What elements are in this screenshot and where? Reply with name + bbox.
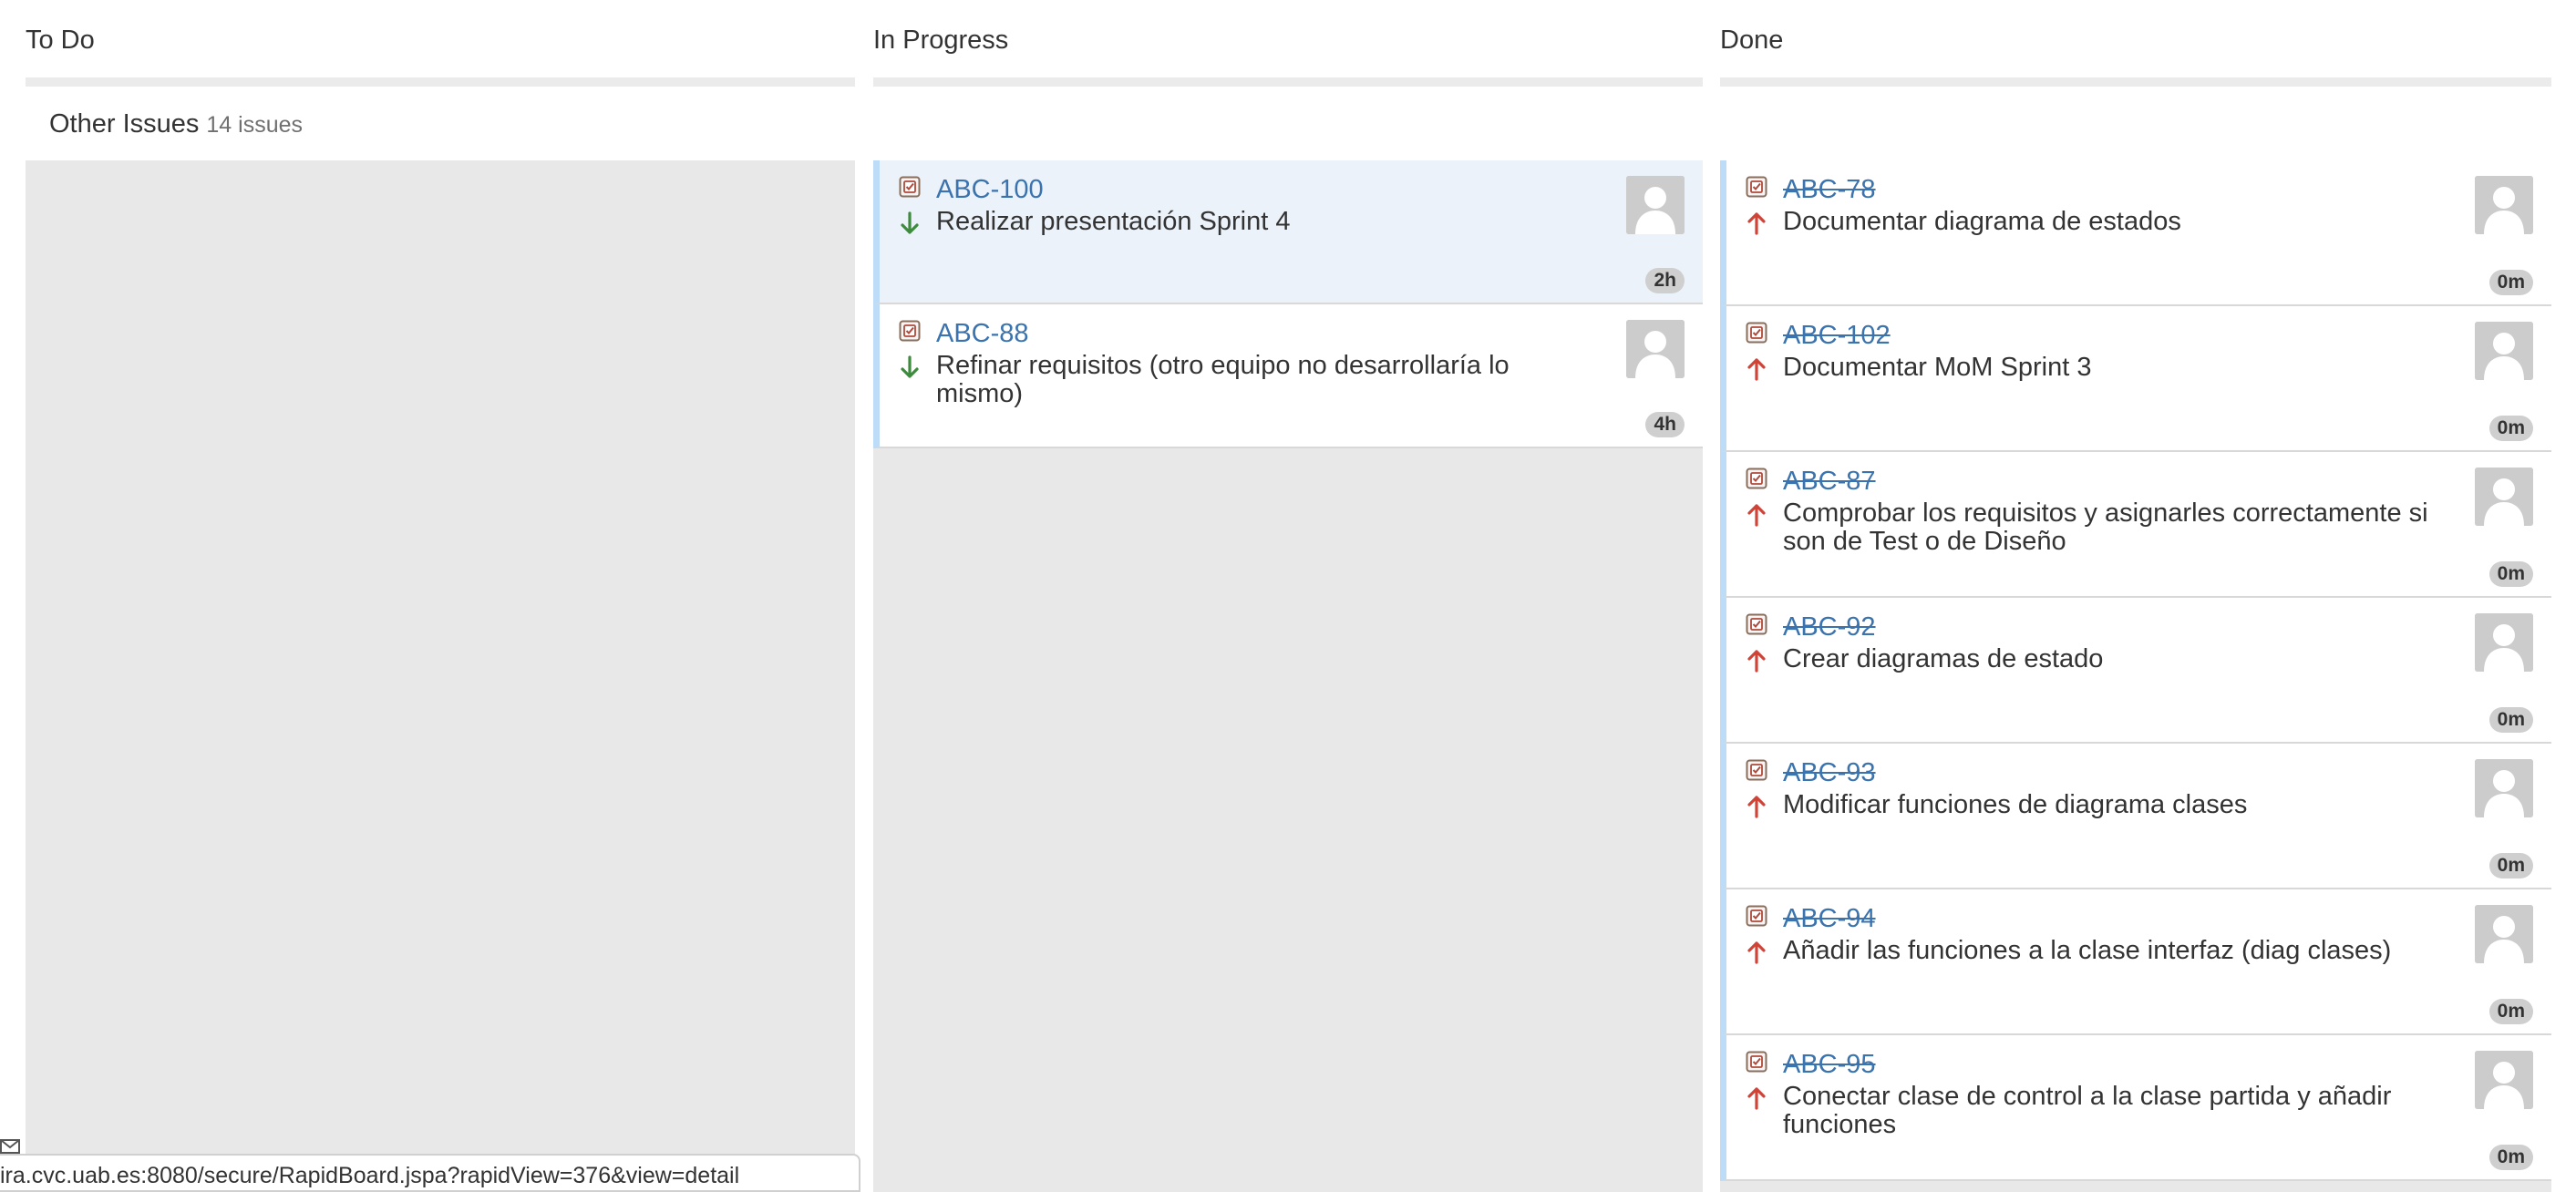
issue-card[interactable]: ABC-92 Crear diagramas de estado 0m [1720, 598, 2551, 744]
arrow-up-icon [1747, 1087, 1766, 1110]
column-header-bar-done [1720, 77, 2551, 87]
issue-key-link[interactable]: ABC-95 [1783, 1050, 1876, 1080]
default-user-avatar-icon[interactable] [1626, 176, 1685, 234]
default-user-avatar-icon[interactable] [2475, 176, 2533, 234]
time-estimate-badge: 0m [2488, 999, 2533, 1024]
task-checkbox-icon [1746, 322, 1767, 344]
issue-key-link[interactable]: ABC-78 [1783, 175, 1876, 205]
time-estimate-badge: 0m [2488, 561, 2533, 587]
default-user-avatar-icon[interactable] [2475, 759, 2533, 817]
issue-key-link[interactable]: ABC-87 [1783, 467, 1876, 497]
time-estimate-badge: 0m [2488, 416, 2533, 441]
time-estimate-badge: 2h [1645, 268, 1685, 293]
issue-summary: Comprobar los requisitos y asignarles co… [1783, 498, 2428, 556]
issue-card[interactable]: ABC-87 Comprobar los requisitos y asignar… [1720, 452, 2551, 598]
task-checkbox-icon [1746, 759, 1767, 781]
column-header-bar-in-progress [873, 77, 1703, 87]
task-checkbox-icon [1746, 468, 1767, 489]
issue-key-link[interactable]: ABC-88 [936, 319, 1029, 349]
task-checkbox-icon [1746, 1051, 1767, 1073]
arrow-up-icon [1747, 358, 1766, 381]
issue-key-link[interactable]: ABC-102 [1783, 321, 1891, 351]
task-checkbox-icon [1746, 613, 1767, 635]
default-user-avatar-icon[interactable] [2475, 905, 2533, 963]
arrow-down-icon [901, 355, 919, 378]
issue-card[interactable]: ABC-102 Documentar MoM Sprint 3 0m [1720, 306, 2551, 452]
default-user-avatar-icon[interactable] [2475, 1051, 2533, 1109]
time-estimate-badge: 0m [2488, 707, 2533, 733]
time-estimate-badge: 0m [2488, 270, 2533, 295]
arrow-up-icon [1747, 796, 1766, 818]
issue-summary: Conectar clase de control a la clase par… [1783, 1082, 2392, 1139]
task-checkbox-icon [1746, 176, 1767, 198]
arrow-down-icon [901, 211, 919, 234]
default-user-avatar-icon[interactable] [2475, 468, 2533, 526]
default-user-avatar-icon[interactable] [2475, 322, 2533, 380]
column-header-in-progress: In Progress [873, 26, 1009, 55]
issue-key-link[interactable]: ABC-94 [1783, 904, 1876, 934]
issue-key-link[interactable]: ABC-93 [1783, 758, 1876, 788]
issue-card[interactable]: ABC-93 Modificar funciones de diagrama cl… [1720, 744, 2551, 889]
arrow-up-icon [1747, 212, 1766, 235]
task-checkbox-icon [899, 320, 921, 342]
column-header-done: Done [1720, 26, 1784, 55]
arrow-up-icon [1747, 504, 1766, 527]
issue-summary: Añadir las funciones a la clase interfaz… [1783, 936, 2392, 965]
issue-summary: Modificar funciones de diagrama clases [1783, 790, 2248, 819]
column-done[interactable]: ABC-78 Documentar diagrama de estados 0m AB… [1720, 160, 2551, 1192]
column-header-bar-todo [26, 77, 855, 87]
task-checkbox-icon [899, 176, 921, 198]
issue-summary: Realizar presentación Sprint 4 [936, 207, 1291, 236]
time-estimate-badge: 4h [1645, 412, 1685, 437]
issue-key-link[interactable]: ABC-92 [1783, 612, 1876, 642]
arrow-up-icon [1747, 941, 1766, 964]
issue-summary: Documentar diagrama de estados [1783, 207, 2181, 236]
swimlane-header[interactable]: Other Issues 14 issues [49, 109, 303, 139]
swimlane-title: Other Issues [49, 109, 200, 139]
status-bar-url: ira.cvc.uab.es:8080/secure/RapidBoard.js… [0, 1154, 860, 1192]
default-user-avatar-icon[interactable] [2475, 613, 2533, 672]
task-checkbox-icon [1746, 905, 1767, 927]
arrow-up-icon [1747, 650, 1766, 673]
time-estimate-badge: 0m [2488, 853, 2533, 879]
issue-card[interactable]: ABC-95 Conectar clase de control a la cla… [1720, 1035, 2551, 1181]
column-header-todo: To Do [26, 26, 95, 55]
issue-key-link[interactable]: ABC-100 [936, 175, 1044, 205]
issue-card[interactable]: ABC-88 Refinar requisitos (otro equipo no… [873, 304, 1703, 448]
column-in-progress[interactable]: ABC-100 Realizar presentación Sprint 4 2h A… [873, 160, 1703, 1192]
issue-summary: Refinar requisitos (otro equipo no desar… [936, 351, 1510, 408]
default-user-avatar-icon[interactable] [1626, 320, 1685, 378]
time-estimate-badge: 0m [2488, 1145, 2533, 1170]
column-todo[interactable] [26, 160, 855, 1192]
issue-summary: Crear diagramas de estado [1783, 644, 2104, 673]
issue-summary: Documentar MoM Sprint 3 [1783, 353, 2092, 382]
issue-card[interactable]: ABC-100 Realizar presentación Sprint 4 2h [873, 160, 1703, 304]
swimlane-issue-count: 14 issues [206, 112, 304, 138]
issue-card[interactable]: ABC-94 Añadir las funciones a la clase in… [1720, 889, 2551, 1035]
issue-card[interactable]: ABC-78 Documentar diagrama de estados 0m [1720, 160, 2551, 306]
envelope-icon [0, 1139, 20, 1154]
